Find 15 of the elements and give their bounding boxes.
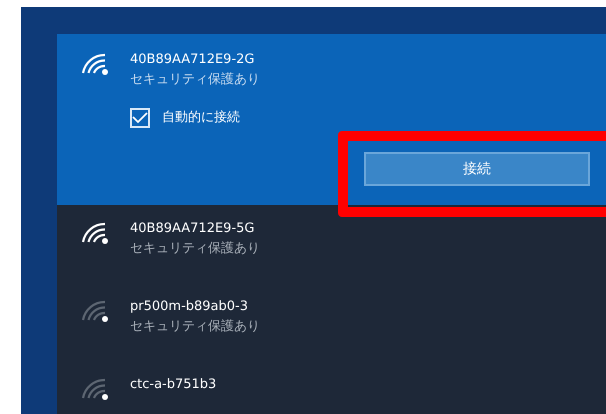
wifi-signal-icon	[79, 377, 111, 401]
network-name: 40B89AA712E9-2G	[130, 51, 256, 69]
network-name: 40B89AA712E9-5G	[130, 220, 256, 238]
checkbox[interactable]	[130, 108, 150, 128]
wifi-signal-icon	[79, 52, 111, 76]
wifi-signal-icon	[79, 299, 111, 323]
security-status: セキュリティ保護あり	[130, 318, 260, 336]
security-status: セキュリティ保護あり	[130, 240, 260, 258]
auto-connect-label: 自動的に接続	[162, 109, 240, 128]
network-name: pr500m-b89ab0-3	[130, 298, 250, 316]
wifi-signal-icon	[79, 221, 111, 245]
connect-button[interactable]: 接続	[364, 152, 590, 186]
network-item[interactable]: 40B89AA712E9-2G セキュリティ保護あり 自動的に接続 接続	[57, 34, 606, 205]
network-name: ctc-a-b751b3	[130, 376, 216, 394]
security-status: セキュリティ保護あり	[130, 71, 260, 89]
